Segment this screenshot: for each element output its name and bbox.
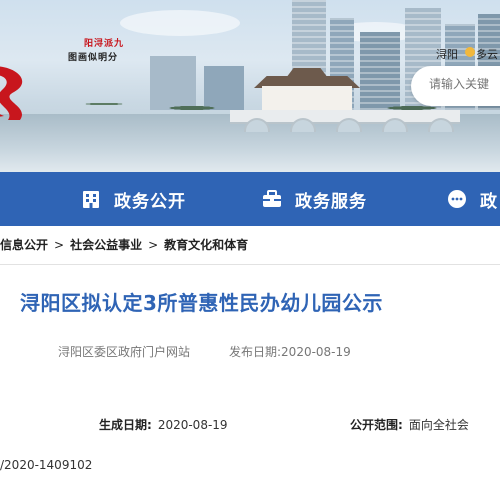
public-scope-label: 公开范围: (350, 418, 403, 432)
search-box (411, 66, 500, 106)
logo-slogan-line-1: 九派浔阳 (82, 38, 122, 47)
breadcrumb-item[interactable]: 社会公益事业 (70, 236, 142, 253)
building-icon (80, 188, 102, 210)
divider (0, 264, 500, 265)
generated-date-value: 2020-08-19 (157, 418, 228, 432)
publish-date-value: 2020-08-19 (281, 345, 351, 359)
breadcrumb-item[interactable]: 信息公开 (0, 236, 48, 253)
article-title: 浔阳区拟认定3所普惠性民办幼儿园公示 (20, 291, 383, 315)
nav-item-gov-services[interactable]: 政务服务 (261, 172, 367, 226)
article-source: 浔阳区委区政府门户网站 (58, 345, 191, 359)
pavilion (262, 86, 352, 110)
nav-fragment (0, 188, 4, 210)
article-publish-date: 发布日期:2020-08-19 (229, 343, 351, 360)
public-scope-value: 面向全社会 (408, 418, 469, 432)
briefcase-icon (261, 188, 283, 210)
generated-date-label: 生成日期: (99, 418, 152, 432)
breadcrumb-separator: > (148, 238, 159, 252)
main-nav: 政务公开 政务服务 政 (0, 172, 500, 226)
generated-date-row: 生成日期: 2020-08-19 (99, 416, 228, 433)
breadcrumb-separator: > (54, 238, 65, 252)
breadcrumb: 信息公开 > 社会公益事业 > 教育文化和体育 (0, 236, 248, 252)
weather-text: 多云 (476, 48, 498, 61)
nav-item-gov-affairs-open[interactable]: 政务公开 (80, 172, 186, 226)
nav-label: 政务公开 (114, 191, 186, 212)
chat-icon (446, 188, 468, 210)
nav-label: 政 (480, 191, 498, 212)
header-banner: 九派浔阳 分明似画图 浔阳 多云 (0, 0, 500, 172)
nav-item-gov-interaction[interactable]: 政 (446, 172, 498, 226)
region-link[interactable]: 浔阳 (436, 46, 458, 62)
cloud (120, 10, 240, 36)
nav-label: 政务服务 (295, 191, 367, 212)
breadcrumb-item[interactable]: 教育文化和体育 (164, 236, 248, 253)
weather-icon (465, 47, 475, 57)
document-number: /2020-1409102 (0, 458, 93, 472)
public-scope-row: 公开范围: 面向全社会 (350, 416, 469, 433)
nav-item-prev-fragment[interactable] (0, 172, 4, 226)
publish-date-label: 发布日期: (229, 345, 282, 359)
site-logo-icon[interactable] (0, 60, 40, 122)
logo-slogan-line-2: 分明似画图 (66, 52, 116, 61)
search-input[interactable] (429, 77, 500, 91)
